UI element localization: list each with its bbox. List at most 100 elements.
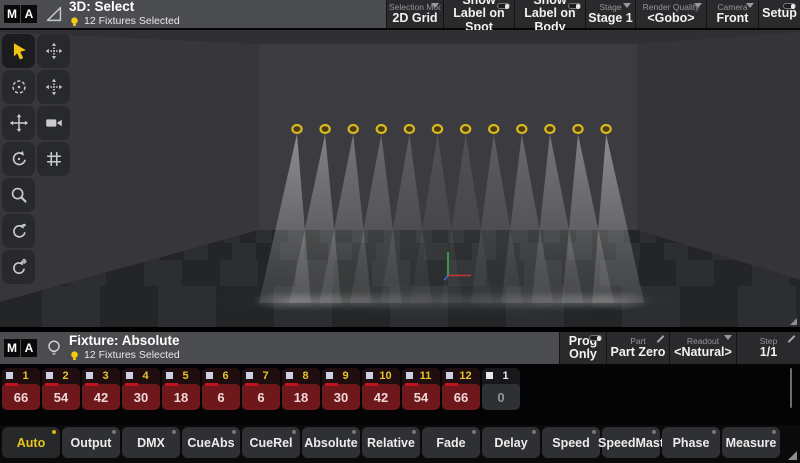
- fixture-checkbox[interactable]: [86, 372, 93, 379]
- button-part-zero[interactable]: Part Part Zero: [606, 332, 669, 364]
- tab-dot-icon: [412, 430, 416, 434]
- fixture-checkbox[interactable]: [406, 372, 413, 379]
- button-value: 2D Grid: [392, 12, 437, 25]
- button-value: Part Zero: [611, 346, 666, 359]
- dropdown-icon: [623, 3, 631, 8]
- button-stage-1[interactable]: Stage Stage 1: [585, 0, 635, 28]
- fixture-checkbox[interactable]: [6, 372, 13, 379]
- fixture-checkbox[interactable]: [166, 372, 173, 379]
- tab-dot-icon: [652, 430, 656, 434]
- button-prog-only[interactable]: Prog Only: [559, 332, 606, 364]
- tab-relative[interactable]: Relative: [362, 427, 420, 458]
- fixture-cell[interactable]: 4 30: [122, 368, 160, 410]
- fixture-3d-icon[interactable]: [602, 125, 611, 133]
- button-setup[interactable]: Setup: [758, 0, 800, 28]
- ma-logo-a: A: [21, 5, 37, 23]
- button-front[interactable]: Camera Front: [706, 0, 758, 28]
- tab-fade[interactable]: Fade: [422, 427, 480, 458]
- fixture-checkbox[interactable]: [366, 372, 373, 379]
- tool-pan-dots[interactable]: [37, 34, 70, 68]
- fixture-checkbox[interactable]: [246, 372, 253, 379]
- tab-phase[interactable]: Phase: [662, 427, 720, 458]
- button-show-label-on-body[interactable]: Show Label on Body: [514, 0, 585, 28]
- 3d-window-title-area[interactable]: M A 3D: Select 12 Fixtures Selected: [0, 0, 386, 28]
- fixture-cell[interactable]: 10 42: [362, 368, 400, 410]
- fixture-3d-icon[interactable]: [573, 125, 582, 133]
- tab-label: CueRel: [249, 436, 292, 450]
- dimmer-value: 66: [2, 384, 40, 410]
- tab-auto[interactable]: Auto: [2, 427, 60, 458]
- tool-grid-hash[interactable]: [37, 142, 70, 176]
- fixture-cell[interactable]: 11 54: [402, 368, 440, 410]
- tab-speed[interactable]: Speed: [542, 427, 600, 458]
- fixture-cell[interactable]: 1 66: [2, 368, 40, 410]
- fixture-3d-icon[interactable]: [377, 125, 386, 133]
- tab-dmx[interactable]: DMX: [122, 427, 180, 458]
- fixture-checkbox[interactable]: [46, 372, 53, 379]
- tool-pan-dots[interactable]: [37, 70, 70, 104]
- fixture-3d-icon[interactable]: [405, 125, 414, 133]
- tool-column-left: [2, 34, 35, 284]
- dimmer-bar: [405, 383, 418, 386]
- fixture-number: 1: [493, 370, 518, 382]
- button-value: Stage 1: [588, 12, 632, 25]
- tool-target-circle[interactable]: [2, 70, 35, 104]
- fixture-3d-icon[interactable]: [461, 125, 470, 133]
- fixture-number: 2: [53, 370, 78, 382]
- tab-cueabs[interactable]: CueAbs: [182, 427, 240, 458]
- button-1-1[interactable]: Step 1/1: [736, 332, 800, 364]
- fixture-checkbox[interactable]: [126, 372, 133, 379]
- fixture-cell[interactable]: 7 6: [242, 368, 280, 410]
- sheet-scrollbar[interactable]: [790, 368, 792, 408]
- tabbar-resize-handle[interactable]: [788, 451, 797, 460]
- stage-3d-svg: [0, 30, 800, 327]
- tab-delay[interactable]: Delay: [482, 427, 540, 458]
- fixture-3d-icon[interactable]: [545, 125, 554, 133]
- fixture-number: 11: [413, 370, 438, 382]
- fixture-cell[interactable]: 12 66: [442, 368, 480, 410]
- tool-column-right: [37, 34, 70, 284]
- fixture-3d-icon[interactable]: [517, 125, 526, 133]
- fixture-cell[interactable]: 3 42: [82, 368, 120, 410]
- tab-speedmast[interactable]: SpeedMast: [602, 427, 660, 458]
- dimmer-value: 66: [442, 384, 480, 410]
- fixture-3d-icon[interactable]: [349, 125, 358, 133]
- fixture-3d-icon[interactable]: [292, 125, 301, 133]
- bulb-icon: [69, 16, 80, 28]
- tool-orbit-arrow[interactable]: [2, 214, 35, 248]
- fixture-checkbox[interactable]: [486, 372, 493, 379]
- tool-rotate-arrow[interactable]: [2, 142, 35, 176]
- tab-output[interactable]: Output: [62, 427, 120, 458]
- fixture-checkbox[interactable]: [286, 372, 293, 379]
- tool-zoom-magnifier[interactable]: [2, 178, 35, 212]
- button-natural[interactable]: Readout <Natural>: [669, 332, 736, 364]
- tab-absolute[interactable]: Absolute: [302, 427, 360, 458]
- fixture-cell[interactable]: 5 18: [162, 368, 200, 410]
- fixture-3d-icon[interactable]: [433, 125, 442, 133]
- ma-logo: M A: [4, 339, 37, 357]
- tool-move-cross[interactable]: [2, 106, 35, 140]
- fixture-cell[interactable]: 1 0: [482, 368, 520, 410]
- tab-cuerel[interactable]: CueRel: [242, 427, 300, 458]
- tool-orbit-target[interactable]: [2, 250, 35, 284]
- fixture-cell[interactable]: 6 6: [202, 368, 240, 410]
- fixture-checkbox[interactable]: [206, 372, 213, 379]
- button-2d-grid[interactable]: Selection Mode 2D Grid: [386, 0, 443, 28]
- fixture-3d-icon[interactable]: [489, 125, 498, 133]
- dropdown-icon: [746, 3, 754, 8]
- fixture-cell[interactable]: 2 54: [42, 368, 80, 410]
- fixture-3d-icon[interactable]: [321, 125, 330, 133]
- pan-dots-icon: [43, 40, 65, 62]
- stage-3d-viewport[interactable]: [0, 30, 800, 327]
- tab-measure[interactable]: Measure: [722, 427, 780, 458]
- fixture-number: 7: [253, 370, 278, 382]
- fixture-window-title-area[interactable]: M A Fixture: Absolute 12 Fixtures Select…: [0, 332, 559, 364]
- fixture-cell[interactable]: 8 18: [282, 368, 320, 410]
- fixture-checkbox[interactable]: [326, 372, 333, 379]
- fixture-checkbox[interactable]: [446, 372, 453, 379]
- button-show-label-on-spot[interactable]: Show Label on Spot: [443, 0, 514, 28]
- tool-cursor-arrow[interactable]: [2, 34, 35, 68]
- fixture-cell[interactable]: 9 30: [322, 368, 360, 410]
- button-gobo[interactable]: Render Quality <Gobo>: [635, 0, 706, 28]
- tool-camera-video[interactable]: [37, 106, 70, 140]
